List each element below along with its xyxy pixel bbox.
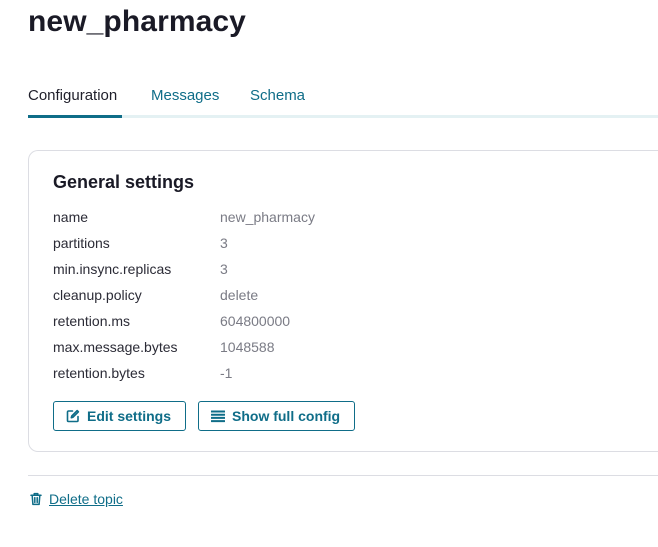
setting-key: retention.ms: [53, 313, 131, 329]
show-full-config-button[interactable]: Show full config: [198, 401, 355, 431]
edit-icon: [66, 409, 80, 423]
setting-key: partitions: [53, 235, 110, 251]
tab-bar: Configuration Messages Schema: [28, 86, 658, 118]
setting-value: 1048588: [220, 339, 275, 355]
show-full-config-label: Show full config: [232, 408, 341, 424]
page-title: new_pharmacy: [28, 5, 246, 38]
tab-configuration[interactable]: Configuration: [28, 86, 122, 118]
trash-icon: [30, 492, 42, 506]
setting-key: min.insync.replicas: [53, 261, 172, 277]
tab-messages[interactable]: Messages: [151, 86, 219, 118]
delete-topic-link[interactable]: Delete topic: [30, 489, 123, 509]
setting-value: 3: [220, 261, 228, 277]
topic-page: new_pharmacy Configuration Messages Sche…: [0, 0, 658, 547]
setting-value: -1: [220, 365, 233, 381]
general-settings-title: General settings: [53, 172, 195, 192]
setting-value: 3: [220, 235, 228, 251]
section-divider: [28, 475, 658, 476]
edit-settings-label: Edit settings: [87, 408, 172, 424]
setting-key: retention.bytes: [53, 365, 145, 381]
setting-value: delete: [220, 287, 259, 303]
tab-bar-track: [28, 115, 658, 118]
setting-key: name: [53, 209, 89, 225]
setting-key: max.message.bytes: [53, 339, 178, 355]
list-icon: [211, 409, 225, 423]
tab-schema[interactable]: Schema: [250, 86, 305, 118]
delete-topic-label: Delete topic: [49, 491, 123, 507]
setting-value: 604800000: [220, 313, 291, 329]
setting-value: new_pharmacy: [220, 209, 315, 225]
general-settings-card: General settings name new_pharmacy parti…: [28, 150, 658, 452]
edit-settings-button[interactable]: Edit settings: [53, 401, 186, 431]
setting-key: cleanup.policy: [53, 287, 142, 303]
